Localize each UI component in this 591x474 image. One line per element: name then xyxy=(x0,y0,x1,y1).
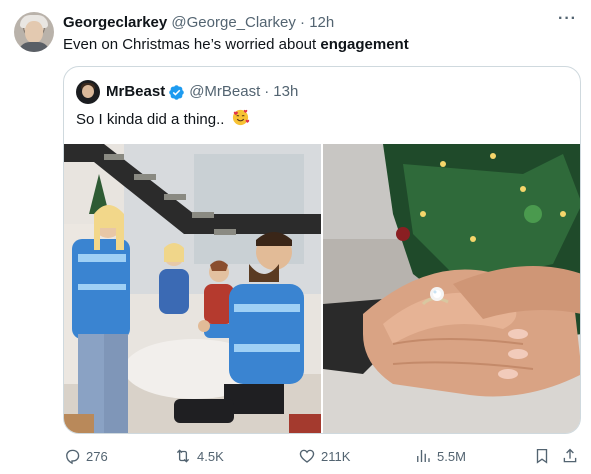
reply-button[interactable]: 276 xyxy=(63,446,108,466)
reply-icon xyxy=(66,449,80,465)
photo-ring-hand-icon xyxy=(323,144,580,433)
views-button[interactable]: 5.5M xyxy=(414,446,466,466)
like-count: 211K xyxy=(321,448,351,464)
quoted-author-avatar xyxy=(76,80,100,104)
retweet-count: 4.5K xyxy=(197,448,224,464)
tweet-text-prefix: Even on Christmas he’s worried about xyxy=(63,36,321,53)
reply-count: 276 xyxy=(86,448,108,464)
tweet-timestamp[interactable]: 12h xyxy=(309,14,334,31)
quoted-tweet-timestamp: 13h xyxy=(273,83,299,100)
author-display-name[interactable]: Georgeclarkey xyxy=(63,14,167,31)
verified-badge-icon xyxy=(169,84,184,100)
time-separator: · xyxy=(300,14,306,31)
view-count: 5.5M xyxy=(437,448,466,464)
author-avatar[interactable] xyxy=(14,12,54,52)
bookmark-icon xyxy=(536,448,548,464)
author-handle[interactable]: @George_Clarkey xyxy=(171,14,295,31)
views-chart-icon xyxy=(417,450,430,462)
quoted-tweet-text-content: So I kinda did a thing.. xyxy=(76,111,225,128)
bookmark-button[interactable] xyxy=(533,446,551,466)
like-button[interactable]: 211K xyxy=(298,446,350,466)
media-photo-ring[interactable] xyxy=(323,144,580,433)
tweet-header: Georgeclarkey @George_Clarkey · 12h xyxy=(63,13,334,33)
quoted-time-separator: · xyxy=(264,83,270,100)
quoted-author-display-name: MrBeast xyxy=(106,83,166,100)
quoted-tweet[interactable]: MrBeast @MrBeast · 13h So I kinda did a … xyxy=(63,66,581,434)
more-options-icon[interactable]: ··· xyxy=(558,10,577,28)
photo-proposal-scene-icon xyxy=(64,144,321,433)
quoted-tweet-header: MrBeast @MrBeast · 13h xyxy=(106,82,298,102)
tweet-text: Even on Christmas he’s worried about eng… xyxy=(63,35,409,55)
smiling-face-with-hearts-icon xyxy=(232,109,249,126)
share-icon xyxy=(563,448,577,463)
heart-icon xyxy=(299,449,315,463)
quoted-author-handle: @MrBeast xyxy=(189,83,261,100)
tweet-text-bold: engagement xyxy=(320,36,409,53)
tweet-actions-bar: 276 4.5K 211K 5.5M xyxy=(63,446,581,466)
quoted-tweet-text: So I kinda did a thing.. xyxy=(76,108,250,130)
share-button[interactable] xyxy=(561,446,579,466)
retweet-button[interactable]: 4.5K xyxy=(174,446,224,466)
media-photo-proposal[interactable] xyxy=(64,144,321,433)
retweet-icon xyxy=(176,449,190,463)
